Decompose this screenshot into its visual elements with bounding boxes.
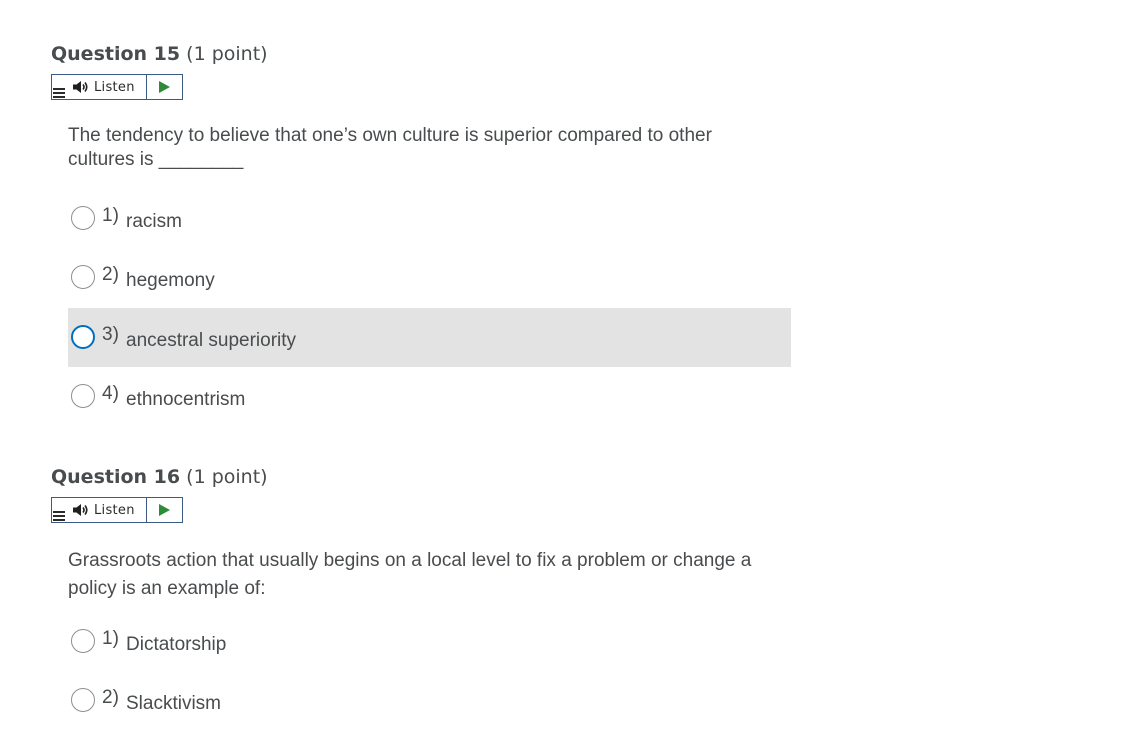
listen-label: Listen	[94, 502, 135, 518]
question-16: Question 16 (1 point) Listen Grassroots …	[51, 463, 791, 714]
radio-button[interactable]	[71, 629, 95, 653]
play-icon[interactable]	[157, 80, 171, 94]
question-title: Question 15 (1 point)	[51, 40, 791, 68]
question-title: Question 16 (1 point)	[51, 463, 791, 491]
answer-option-2[interactable]: 2) Slacktivism	[68, 671, 791, 730]
radio-button[interactable]	[71, 265, 95, 289]
option-label: Slacktivism	[126, 693, 222, 714]
listen-label: Listen	[94, 79, 135, 95]
question-number: Question 16	[51, 466, 181, 488]
question-points: (1 point)	[186, 43, 268, 65]
option-label: Dictatorship	[126, 634, 227, 655]
option-number: 1)	[102, 205, 119, 226]
answer-option-4[interactable]: 4) ethnocentrism	[68, 367, 791, 426]
question-points: (1 point)	[186, 466, 268, 488]
speaker-icon	[73, 81, 88, 93]
radio-button[interactable]	[71, 325, 95, 349]
listen-divider	[146, 498, 147, 522]
menu-icon[interactable]	[53, 510, 65, 521]
radio-button[interactable]	[71, 688, 95, 712]
option-label: racism	[126, 211, 182, 232]
radio-button[interactable]	[71, 384, 95, 408]
answer-option-1[interactable]: 1) racism	[68, 189, 791, 248]
radio-button[interactable]	[71, 206, 95, 230]
answer-option-2[interactable]: 2) hegemony	[68, 248, 791, 307]
listen-button[interactable]: Listen	[72, 75, 135, 99]
listen-button[interactable]: Listen	[72, 498, 135, 522]
option-number: 2)	[102, 264, 119, 285]
speaker-icon	[73, 504, 88, 516]
option-label: ethnocentrism	[126, 389, 246, 410]
menu-icon[interactable]	[53, 87, 65, 98]
play-icon[interactable]	[157, 503, 171, 517]
option-label: ancestral superiority	[126, 330, 297, 351]
question-number: Question 15	[51, 43, 181, 65]
option-label: hegemony	[126, 270, 215, 291]
answer-option-1[interactable]: 1) Dictatorship	[68, 612, 791, 671]
option-number: 3)	[102, 324, 119, 345]
listen-divider	[146, 75, 147, 99]
question-text: Grassroots action that usually begins on…	[68, 550, 752, 599]
question-15: Question 15 (1 point) Listen The tendenc…	[51, 40, 791, 410]
question-text: The tendency to believe that one’s own c…	[68, 125, 712, 170]
option-number: 2)	[102, 687, 119, 708]
answer-option-3[interactable]: 3) ancestral superiority	[68, 308, 791, 367]
option-number: 1)	[102, 628, 119, 649]
listen-toolbar: Listen	[51, 497, 183, 523]
option-number: 4)	[102, 383, 119, 404]
listen-toolbar: Listen	[51, 74, 183, 100]
